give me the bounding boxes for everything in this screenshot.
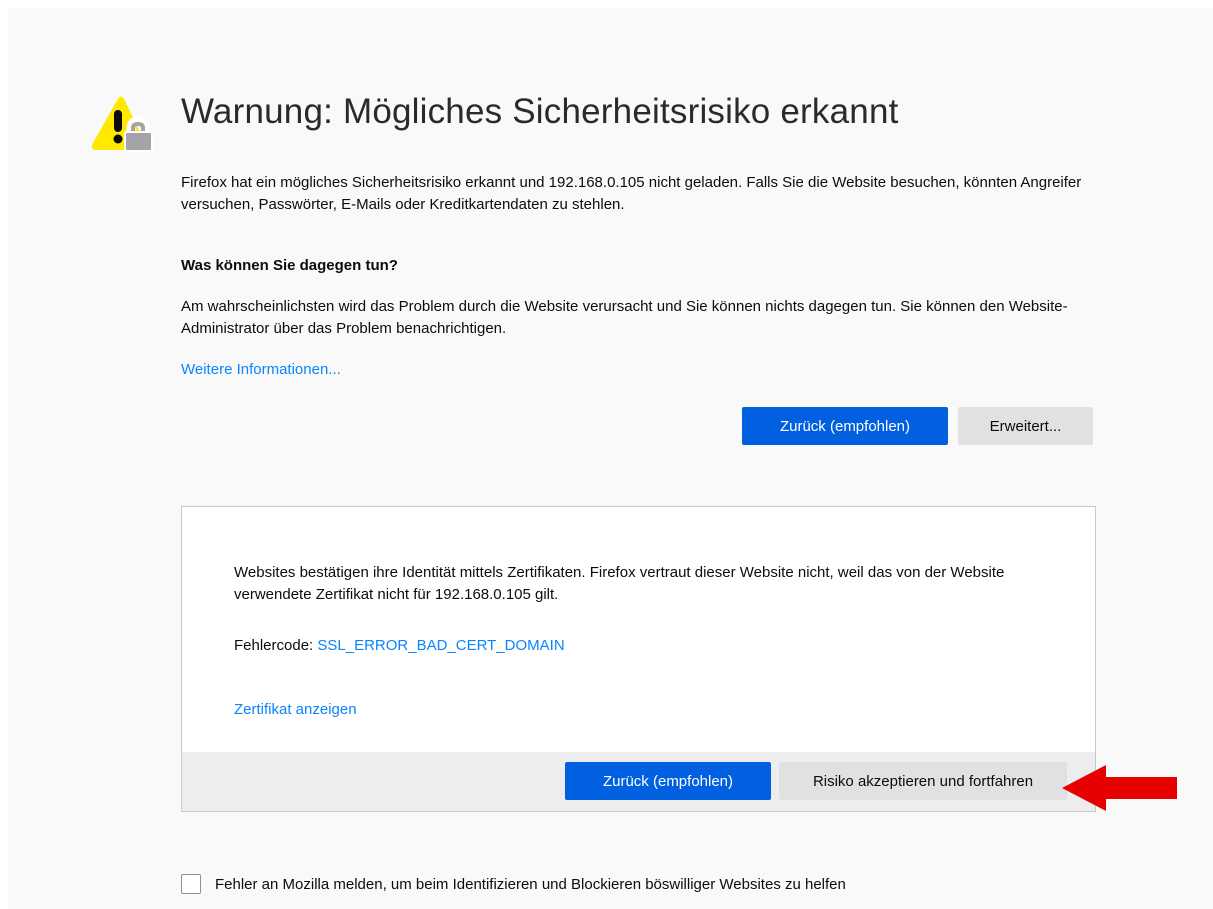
warning-lock-icon (92, 96, 153, 152)
advanced-panel: Websites bestätigen ihre Identität mitte… (181, 506, 1096, 812)
advanced-button[interactable]: Erweitert... (958, 407, 1093, 445)
error-code-label: Fehlercode: (234, 637, 318, 654)
report-error-row: Fehler an Mozilla melden, um beim Identi… (181, 869, 846, 899)
advanced-panel-footer: Zurück (empfohlen) Risiko akzeptieren un… (182, 752, 1095, 811)
accept-risk-button[interactable]: Risiko akzeptieren und fortfahren (779, 762, 1067, 800)
more-info-link[interactable]: Weitere Informationen... (181, 361, 341, 378)
red-arrow-icon (1062, 765, 1177, 811)
error-code-line: Fehlercode: SSL_ERROR_BAD_CERT_DOMAIN (234, 637, 565, 654)
intro-text: Firefox hat ein mögliches Sicherheitsris… (181, 174, 1082, 213)
back-button[interactable]: Zurück (empfohlen) (742, 407, 948, 445)
report-error-checkbox[interactable] (181, 874, 201, 894)
view-certificate-link[interactable]: Zertifikat anzeigen (234, 701, 357, 718)
what-can-you-do-heading: Was können Sie dagegen tun? (181, 257, 398, 274)
report-error-label: Fehler an Mozilla melden, um beim Identi… (215, 875, 846, 893)
what-can-you-do-text: Am wahrscheinlichsten wird das Problem d… (181, 298, 1068, 337)
error-code-link[interactable]: SSL_ERROR_BAD_CERT_DOMAIN (317, 637, 564, 654)
page-title: Warnung: Mögliches Sicherheitsrisiko erk… (181, 92, 899, 131)
certificate-explanation: Websites bestätigen ihre Identität mitte… (234, 564, 1005, 603)
advanced-back-button[interactable]: Zurück (empfohlen) (565, 762, 771, 800)
